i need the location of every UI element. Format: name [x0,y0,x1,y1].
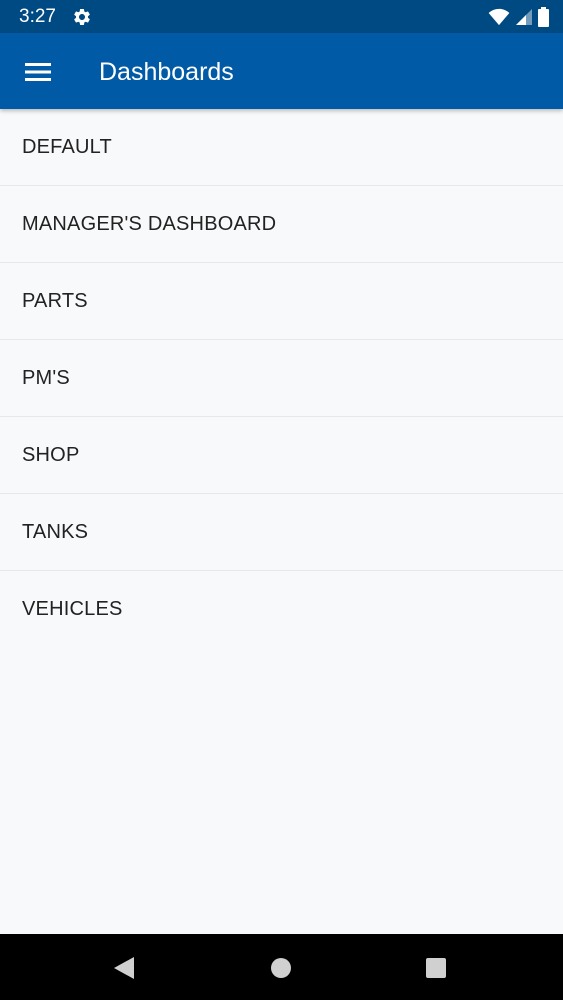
page-title: Dashboards [99,58,234,86]
list-item-label: VEHICLES [22,598,123,620]
recents-button[interactable] [419,951,453,985]
status-time: 3:27 [19,6,56,27]
system-nav-bar [0,934,563,1000]
signal-icon [516,9,532,25]
app-bar: Dashboards [0,33,563,109]
list-item-label: DEFAULT [22,136,112,158]
status-bar: 3:27 [0,0,563,33]
list-item-label: TANKS [22,521,89,543]
recents-icon [426,958,446,978]
menu-button[interactable] [14,48,62,96]
back-button[interactable] [107,951,141,985]
home-button[interactable] [264,951,298,985]
wifi-icon [488,8,510,26]
status-icons [488,6,549,28]
back-icon [114,957,134,979]
gear-icon [72,7,92,27]
list-item-default[interactable]: DEFAULT [0,109,563,186]
battery-icon [538,7,549,27]
list-item-tanks[interactable]: TANKS [0,494,563,571]
dashboard-list: DEFAULT MANAGER'S DASHBOARD PARTS PM'S S… [0,109,563,647]
list-item-vehicles[interactable]: VEHICLES [0,571,563,647]
list-item-label: MANAGER'S DASHBOARD [22,213,277,235]
list-item-pms[interactable]: PM'S [0,340,563,417]
hamburger-menu-icon [25,63,51,81]
home-icon [271,958,291,978]
list-item-label: PM'S [22,367,70,389]
list-item-label: SHOP [22,444,80,466]
list-item-managers-dashboard[interactable]: MANAGER'S DASHBOARD [0,186,563,263]
list-item-label: PARTS [22,290,88,312]
list-item-parts[interactable]: PARTS [0,263,563,340]
list-item-shop[interactable]: SHOP [0,417,563,494]
